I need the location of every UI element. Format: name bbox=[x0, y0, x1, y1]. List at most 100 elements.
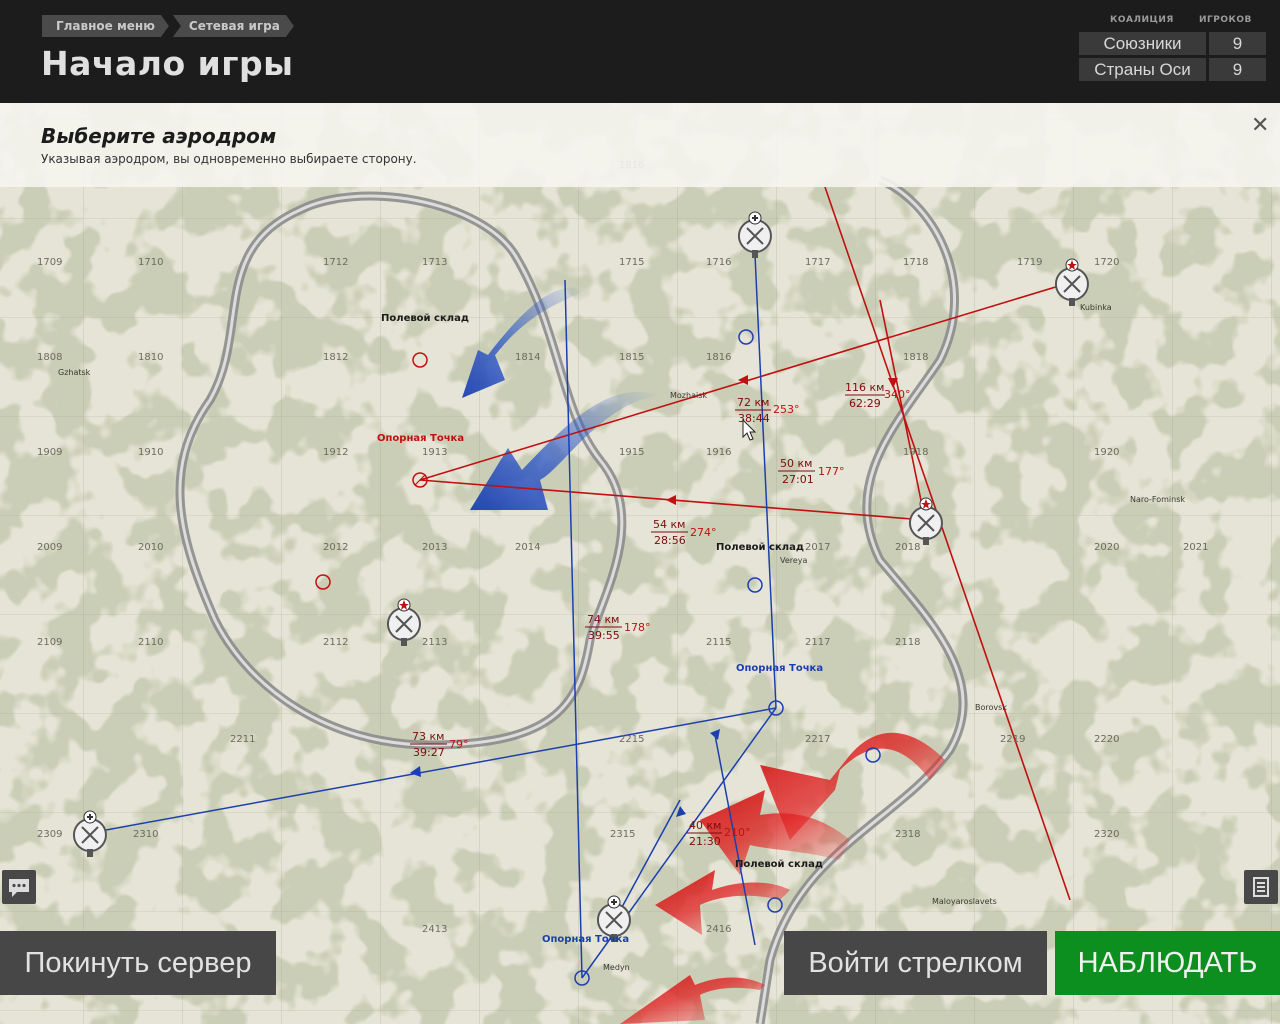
svg-text:1815: 1815 bbox=[619, 352, 644, 363]
svg-text:1818: 1818 bbox=[903, 352, 928, 363]
svg-text:274°: 274° bbox=[690, 526, 717, 539]
svg-text:Medyn: Medyn bbox=[603, 963, 630, 972]
svg-text:2215: 2215 bbox=[619, 734, 644, 745]
top-bar: Главное меню Сетевая игра Начало игры КО… bbox=[0, 0, 1280, 103]
players-column-header: ИГРОКОВ bbox=[1199, 15, 1252, 25]
coalition-name: Страны Оси bbox=[1079, 58, 1206, 81]
svg-text:Опорная Точка: Опорная Точка bbox=[542, 934, 629, 945]
svg-text:73 км: 73 км bbox=[412, 730, 444, 743]
svg-text:62:29: 62:29 bbox=[849, 397, 881, 410]
svg-text:1913: 1913 bbox=[422, 447, 447, 458]
svg-text:Maloyaroslavets: Maloyaroslavets bbox=[932, 897, 997, 906]
svg-text:2220: 2220 bbox=[1094, 734, 1119, 745]
coalition-player-count: 9 bbox=[1209, 32, 1266, 55]
svg-text:Naro-Fominsk: Naro-Fominsk bbox=[1130, 495, 1185, 504]
svg-text:2217: 2217 bbox=[805, 734, 830, 745]
svg-text:2112: 2112 bbox=[323, 637, 348, 648]
svg-text:2318: 2318 bbox=[895, 829, 920, 840]
svg-text:1710: 1710 bbox=[138, 257, 163, 268]
svg-text:Vereya: Vereya bbox=[780, 556, 808, 565]
svg-text:1709: 1709 bbox=[37, 257, 62, 268]
spectate-button[interactable]: НАБЛЮДАТЬ bbox=[1055, 931, 1280, 995]
breadcrumb: Главное меню Сетевая игра bbox=[42, 15, 298, 37]
svg-text:1920: 1920 bbox=[1094, 447, 1119, 458]
svg-text:1918: 1918 bbox=[903, 447, 928, 458]
svg-text:Полевой склад: Полевой склад bbox=[716, 542, 804, 553]
svg-text:1713: 1713 bbox=[422, 257, 447, 268]
svg-text:253°: 253° bbox=[773, 403, 800, 416]
select-airfield-banner: Выберите аэродром Указывая аэродром, вы … bbox=[0, 103, 1280, 187]
svg-text:Borovsk: Borovsk bbox=[975, 703, 1007, 712]
join-as-gunner-button[interactable]: Войти стрелком bbox=[784, 931, 1047, 995]
svg-text:Полевой склад: Полевой склад bbox=[735, 859, 823, 870]
player-list-button[interactable] bbox=[1244, 870, 1278, 904]
svg-text:2315: 2315 bbox=[610, 829, 635, 840]
svg-text:2021: 2021 bbox=[1183, 542, 1208, 553]
svg-text:1909: 1909 bbox=[37, 447, 62, 458]
svg-text:1814: 1814 bbox=[515, 352, 540, 363]
svg-text:Полевой склад: Полевой склад bbox=[381, 313, 469, 324]
svg-text:Gzhatsk: Gzhatsk bbox=[58, 368, 91, 377]
coalition-player-count: 9 bbox=[1209, 58, 1266, 81]
coalition-column-header: КОАЛИЦИЯ bbox=[1110, 15, 1174, 25]
svg-text:Kubinka: Kubinka bbox=[1080, 303, 1112, 312]
leave-server-button[interactable]: Покинуть сервер bbox=[0, 931, 276, 995]
svg-text:27:01: 27:01 bbox=[782, 473, 814, 486]
svg-text:40 км: 40 км bbox=[689, 819, 721, 832]
svg-text:210°: 210° bbox=[724, 826, 751, 839]
breadcrumb-main-menu[interactable]: Главное меню bbox=[42, 15, 169, 37]
svg-text:2010: 2010 bbox=[138, 542, 163, 553]
svg-text:2117: 2117 bbox=[805, 637, 830, 648]
svg-text:Опорная Точка: Опорная Точка bbox=[736, 663, 823, 674]
svg-text:2018: 2018 bbox=[895, 542, 920, 553]
svg-text:2110: 2110 bbox=[138, 637, 163, 648]
svg-text:1912: 1912 bbox=[323, 447, 348, 458]
svg-text:1718: 1718 bbox=[903, 257, 928, 268]
svg-text:1715: 1715 bbox=[619, 257, 644, 268]
svg-text:2118: 2118 bbox=[895, 637, 920, 648]
svg-text:2219: 2219 bbox=[1000, 734, 1025, 745]
coalition-row-allies[interactable]: Союзники 9 bbox=[1079, 32, 1266, 55]
breadcrumb-multiplayer[interactable]: Сетевая игра bbox=[173, 15, 294, 37]
svg-text:2413: 2413 bbox=[422, 924, 447, 935]
svg-text:54 км: 54 км bbox=[653, 518, 685, 531]
banner-subtitle: Указывая аэродром, вы одновременно выбир… bbox=[41, 152, 417, 166]
close-icon[interactable]: ✕ bbox=[1251, 113, 1269, 138]
svg-text:1812: 1812 bbox=[323, 352, 348, 363]
page-title: Начало игры bbox=[41, 44, 294, 83]
svg-text:2020: 2020 bbox=[1094, 542, 1119, 553]
svg-text:1916: 1916 bbox=[706, 447, 731, 458]
svg-text:2309: 2309 bbox=[37, 829, 62, 840]
svg-text:28:56: 28:56 bbox=[654, 534, 686, 547]
svg-text:39:27: 39:27 bbox=[413, 746, 445, 759]
svg-text:1910: 1910 bbox=[138, 447, 163, 458]
svg-text:Опорная Точка: Опорная Точка bbox=[377, 433, 464, 444]
chat-button[interactable] bbox=[2, 870, 36, 904]
banner-title: Выберите аэродром bbox=[41, 124, 277, 148]
svg-text:2115: 2115 bbox=[706, 637, 731, 648]
svg-text:1808: 1808 bbox=[37, 352, 62, 363]
svg-text:1810: 1810 bbox=[138, 352, 163, 363]
svg-text:2113: 2113 bbox=[422, 637, 447, 648]
svg-text:1915: 1915 bbox=[619, 447, 644, 458]
svg-text:39:55: 39:55 bbox=[588, 629, 620, 642]
svg-text:1720: 1720 bbox=[1094, 257, 1119, 268]
svg-text:2013: 2013 bbox=[422, 542, 447, 553]
svg-text:1712: 1712 bbox=[323, 257, 348, 268]
coalition-name: Союзники bbox=[1079, 32, 1206, 55]
svg-text:1716: 1716 bbox=[706, 257, 731, 268]
svg-text:2211: 2211 bbox=[230, 734, 255, 745]
svg-text:79°: 79° bbox=[449, 738, 469, 751]
coalition-row-axis[interactable]: Страны Оси 9 bbox=[1079, 58, 1266, 81]
list-icon bbox=[1253, 877, 1269, 897]
svg-text:2109: 2109 bbox=[37, 637, 62, 648]
svg-text:50 км: 50 км bbox=[780, 457, 812, 470]
svg-text:2012: 2012 bbox=[323, 542, 348, 553]
svg-text:2014: 2014 bbox=[515, 542, 540, 553]
svg-text:2009: 2009 bbox=[37, 542, 62, 553]
svg-text:2320: 2320 bbox=[1094, 829, 1119, 840]
svg-text:74 км: 74 км bbox=[587, 613, 619, 626]
svg-text:21:30: 21:30 bbox=[689, 835, 721, 848]
svg-text:177°: 177° bbox=[818, 465, 845, 478]
svg-text:1816: 1816 bbox=[706, 352, 731, 363]
